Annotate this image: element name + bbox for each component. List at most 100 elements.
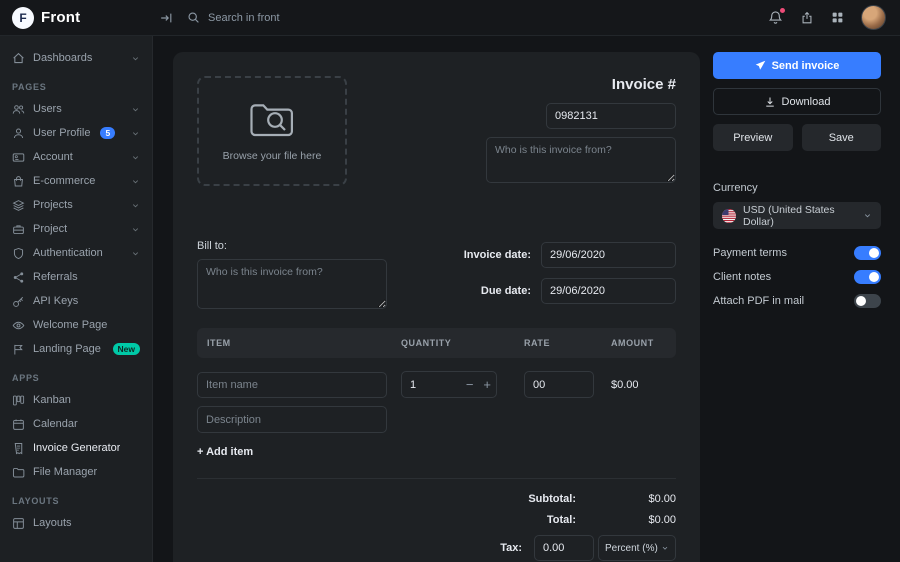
sidebar-item-account[interactable]: Account [0,145,152,169]
main-content: Browse your file here Invoice # Bill to:… [154,36,900,562]
us-flag-icon [722,209,736,223]
bill-to-label: Bill to: [197,240,387,252]
quantity-decrease-button[interactable]: − [461,378,479,391]
global-search[interactable] [187,11,388,24]
export-icon[interactable] [800,11,814,25]
sidebar-item-authentication[interactable]: Authentication [0,241,152,265]
tax-type-select[interactable]: Percent (%) [598,535,676,561]
sidebar-item-calendar[interactable]: Calendar [0,412,152,436]
top-navbar: F Front [0,0,900,36]
preview-button[interactable]: Preview [713,124,793,151]
download-icon [764,96,776,108]
sidebar: Dashboards PAGES Users User Profile 5 Ac… [0,36,153,562]
sidebar-item-invoice-generator[interactable]: Invoice Generator [0,436,152,460]
sidebar-item-welcome-page[interactable]: Welcome Page [0,313,152,337]
sidebar-item-users[interactable]: Users [0,97,152,121]
sidebar-item-referrals[interactable]: Referrals [0,265,152,289]
sidebar-item-project[interactable]: Project [0,217,152,241]
sidebar-item-user-profile[interactable]: User Profile 5 [0,121,152,145]
sidebar-item-ecommerce[interactable]: E-commerce [0,169,152,193]
invoice-title: Invoice # [612,76,676,93]
sidebar-item-landing-page[interactable]: Landing Page New [0,337,152,361]
navbar-actions [768,5,900,30]
quantity-input[interactable] [402,379,436,391]
subtotal-value: $0.00 [576,493,676,505]
attach-pdf-toggle[interactable] [854,294,881,308]
invoice-number-input[interactable] [546,103,676,129]
shield-icon [12,247,25,260]
due-date-input[interactable] [541,278,676,304]
briefcase-icon [12,223,25,236]
sidebar-section-layouts: LAYOUTS [12,496,140,506]
sidebar-item-kanban[interactable]: Kanban [0,388,152,412]
rate-input[interactable] [524,371,594,398]
invoice-from-textarea[interactable] [486,137,676,183]
total-value: $0.00 [576,514,676,526]
client-notes-label: Client notes [713,271,771,283]
paper-plane-icon [755,60,766,71]
apps-grid-icon[interactable] [831,11,844,24]
client-notes-toggle[interactable] [854,270,881,284]
chevron-down-icon [131,54,140,63]
sidebar-item-file-manager[interactable]: File Manager [0,460,152,484]
logo-upload-dropzone[interactable]: Browse your file here [197,76,347,186]
item-row: − + $0.00 [197,371,676,398]
sidebar-item-projects[interactable]: Projects [0,193,152,217]
actions-panel: Send invoice Download Preview Save Curre… [713,52,881,562]
chevron-down-icon [131,129,140,138]
tax-value-input[interactable] [534,535,594,561]
id-card-icon [12,151,25,164]
save-button[interactable]: Save [802,124,882,151]
key-icon [12,295,25,308]
eye-icon [12,319,25,332]
payment-terms-toggle[interactable] [854,246,881,260]
due-date-label: Due date: [481,285,531,297]
bill-to-textarea[interactable] [197,259,387,309]
totals-divider [197,478,676,479]
sidebar-collapse-icon[interactable] [159,11,173,25]
quantity-increase-button[interactable]: + [478,378,496,391]
items-table-header: ITEM QUANTITY RATE AMOUNT [197,328,676,358]
chevron-down-icon [131,105,140,114]
invoice-date-label: Invoice date: [464,249,531,261]
count-badge: 5 [100,127,115,139]
sidebar-section-pages: PAGES [12,82,140,92]
total-label: Total: [547,514,576,526]
search-input[interactable] [208,12,388,24]
upload-caption: Browse your file here [223,150,322,162]
folder-icon [12,466,25,479]
sidebar-item-api-keys[interactable]: API Keys [0,289,152,313]
flag-icon [12,343,25,356]
tax-label: Tax: [500,542,522,554]
sidebar-item-layouts[interactable]: Layouts [0,511,152,535]
item-description-input[interactable] [197,406,387,433]
notifications-bell-icon[interactable] [768,10,783,25]
tax-type-value: Percent (%) [605,543,658,554]
col-item: ITEM [207,338,401,348]
chevron-down-icon [131,177,140,186]
user-icon [12,127,25,140]
brand-name: Front [41,9,80,26]
sidebar-item-dashboards[interactable]: Dashboards [0,46,152,70]
user-avatar[interactable] [861,5,886,30]
payment-terms-label: Payment terms [713,247,787,259]
currency-value: USD (United States Dollar) [743,204,856,228]
item-name-input[interactable] [197,372,387,398]
currency-select[interactable]: USD (United States Dollar) [713,202,881,229]
sidebar-section-apps: APPS [12,373,140,383]
brand-logo-icon: F [12,7,34,29]
new-badge: New [113,343,140,355]
download-button[interactable]: Download [713,88,881,115]
col-quantity: QUANTITY [401,338,524,348]
chevron-down-icon [131,201,140,210]
users-icon [12,103,25,116]
shopping-bag-icon [12,175,25,188]
chevron-down-icon [131,225,140,234]
send-invoice-button[interactable]: Send invoice [713,52,881,79]
add-item-button[interactable]: + Add item [197,446,253,458]
col-amount: AMOUNT [611,338,666,348]
invoice-date-input[interactable] [541,242,676,268]
kanban-icon [12,394,25,407]
quantity-stepper: − + [401,371,497,398]
brand[interactable]: F Front [0,7,153,29]
